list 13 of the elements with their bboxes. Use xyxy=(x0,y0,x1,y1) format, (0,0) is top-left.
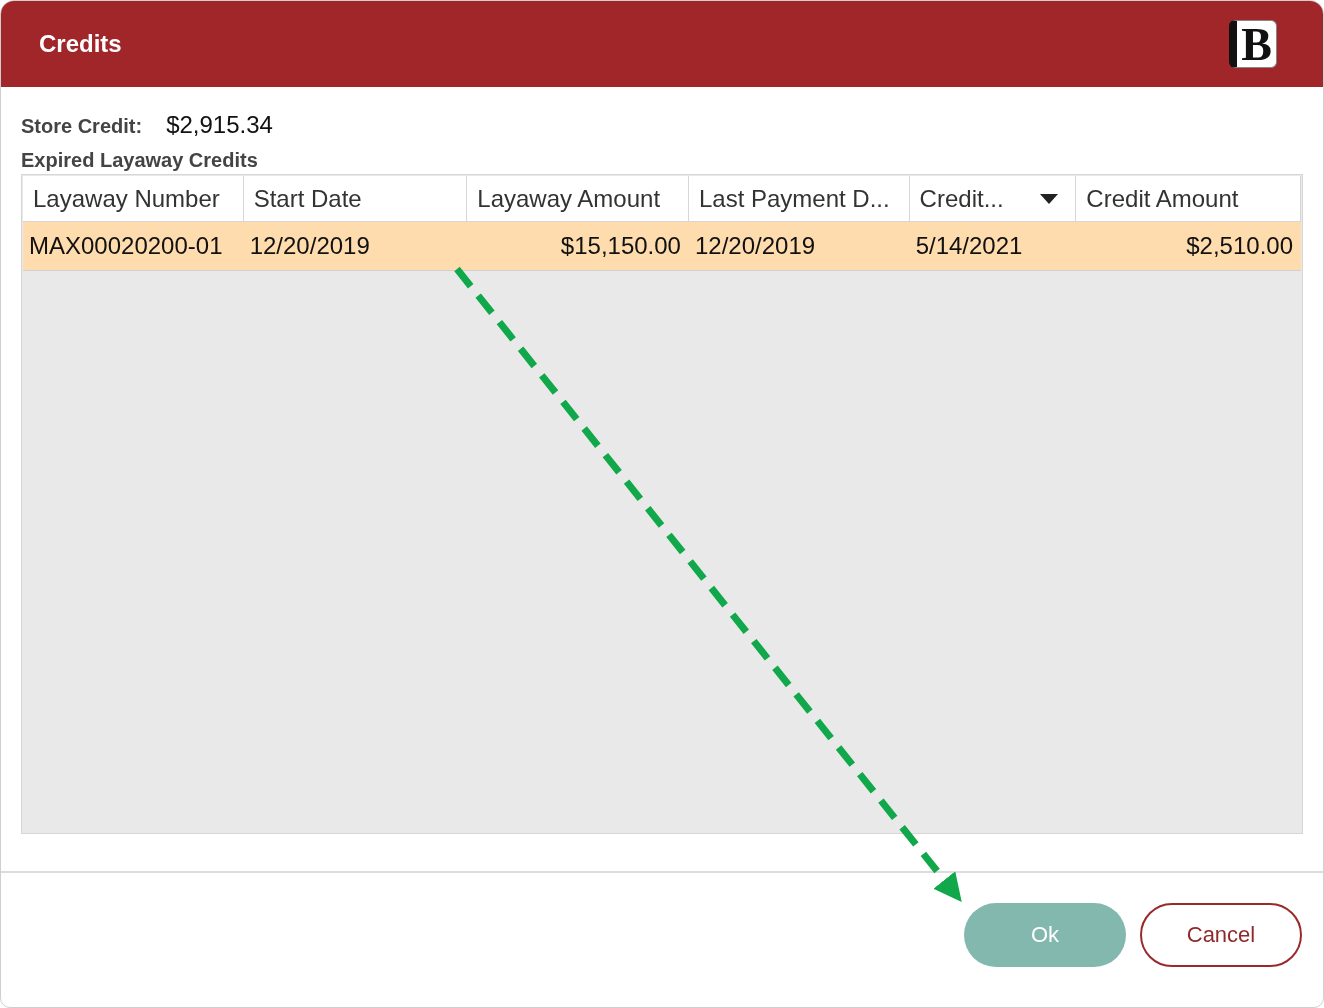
table-cell-text: 5/14/2021 xyxy=(914,231,1024,261)
table-cell-text: 12/20/2019 xyxy=(248,231,371,261)
store-credit-value: $2,915.34 xyxy=(166,111,273,139)
table-cell-text: 12/20/2019 xyxy=(693,231,817,261)
store-credit-label: Store Credit: xyxy=(21,115,143,138)
logo: B xyxy=(1229,20,1277,68)
table-cell-text: MAX00020200-01 xyxy=(28,231,224,261)
cancel-button[interactable]: Cancel xyxy=(1140,903,1302,967)
table-cell-text: $2,510.00 xyxy=(1185,231,1294,261)
section-title: Expired Layaway Credits xyxy=(20,148,259,173)
window-title: Credits xyxy=(39,30,122,58)
table-cell-text: $15,150.00 xyxy=(559,231,682,261)
table-row[interactable]: MAX00020200-01 12/20/2019 $15,150.00 12/20/2019 5/14/2021 $2,510.00 xyxy=(23,222,1301,271)
